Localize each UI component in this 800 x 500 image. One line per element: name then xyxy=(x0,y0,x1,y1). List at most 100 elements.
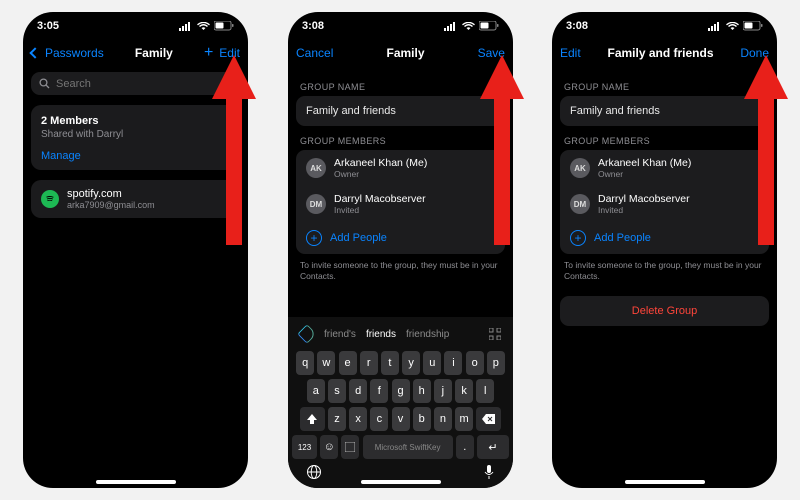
member-role: Owner xyxy=(598,169,691,179)
group-name-field[interactable]: Family and friends xyxy=(296,96,505,126)
status-indicators xyxy=(444,21,499,31)
member-row[interactable]: DM Darryl MacobserverInvited xyxy=(296,186,505,222)
phone-screen-1: 3:05 Passwords Family + Edit xyxy=(23,12,248,488)
period-key[interactable]: . xyxy=(456,435,474,459)
numbers-key[interactable]: 123 xyxy=(292,435,317,459)
key-m[interactable]: m xyxy=(455,407,473,431)
entry-site: spotify.com xyxy=(67,188,155,200)
plus-icon: + xyxy=(570,230,586,246)
add-people-button[interactable]: + Add People xyxy=(560,222,769,254)
key-b[interactable]: b xyxy=(413,407,431,431)
return-key[interactable]: ↵ xyxy=(477,435,509,459)
key-i[interactable]: i xyxy=(444,351,462,375)
key-row: asdfghjkl xyxy=(292,379,509,403)
cellular-icon xyxy=(708,22,722,31)
edit-button[interactable]: Edit xyxy=(219,46,240,60)
key-h[interactable]: h xyxy=(413,379,431,403)
key-j[interactable]: j xyxy=(434,379,452,403)
phone-screen-2: 3:08 Cancel Family Save GROUP NAME Famil… xyxy=(288,12,513,488)
home-indicator[interactable] xyxy=(625,480,705,484)
avatar: DM xyxy=(570,194,590,214)
add-people-label: Add People xyxy=(330,232,387,244)
suggestion[interactable]: friend's xyxy=(324,329,356,340)
key-g[interactable]: g xyxy=(392,379,410,403)
emoji-key[interactable]: ☺ xyxy=(320,435,338,459)
spotify-icon xyxy=(41,190,59,208)
manage-button[interactable]: Manage xyxy=(41,150,230,162)
key-p[interactable]: p xyxy=(487,351,505,375)
key-c[interactable]: c xyxy=(370,407,388,431)
cancel-button[interactable]: Cancel xyxy=(296,46,333,60)
chevron-left-icon xyxy=(29,47,40,58)
key-o[interactable]: o xyxy=(466,351,484,375)
key-z[interactable]: z xyxy=(328,407,346,431)
key-row: qwertyuiop xyxy=(292,351,509,375)
password-entry[interactable]: spotify.com arka7909@gmail.com xyxy=(31,180,240,218)
key-r[interactable]: r xyxy=(360,351,378,375)
add-button[interactable]: + xyxy=(204,45,213,61)
keyboard[interactable]: friend's friends friendship qwertyuiop a… xyxy=(288,317,513,488)
gif-key[interactable] xyxy=(341,435,359,459)
suggestion-bar[interactable]: friend's friends friendship xyxy=(292,321,509,347)
key-n[interactable]: n xyxy=(434,407,452,431)
shift-key[interactable] xyxy=(300,407,325,431)
bing-icon[interactable] xyxy=(297,324,317,344)
member-row[interactable]: DM Darryl MacobserverInvited xyxy=(560,186,769,222)
key-u[interactable]: u xyxy=(423,351,441,375)
key-s[interactable]: s xyxy=(328,379,346,403)
add-people-button[interactable]: + Add People xyxy=(296,222,505,254)
group-name-field[interactable]: Family and friends xyxy=(560,96,769,126)
group-members-header: GROUP MEMBERS xyxy=(300,136,501,146)
wifi-icon xyxy=(197,22,210,31)
wifi-icon xyxy=(462,22,475,31)
home-indicator[interactable] xyxy=(361,480,441,484)
key-row: zxcvbnm xyxy=(292,407,509,431)
key-x[interactable]: x xyxy=(349,407,367,431)
status-indicators xyxy=(708,21,763,31)
battery-icon xyxy=(479,21,499,31)
nav-title: Family and friends xyxy=(607,46,713,60)
key-v[interactable]: v xyxy=(392,407,410,431)
member-row[interactable]: AK Arkaneel Khan (Me)Owner xyxy=(296,150,505,186)
group-name-header: GROUP NAME xyxy=(300,82,501,92)
save-button[interactable]: Save xyxy=(478,46,505,60)
wifi-icon xyxy=(726,22,739,31)
backspace-key[interactable] xyxy=(476,407,501,431)
key-t[interactable]: t xyxy=(381,351,399,375)
key-k[interactable]: k xyxy=(455,379,473,403)
suggestion[interactable]: friendship xyxy=(406,329,449,340)
home-indicator[interactable] xyxy=(96,480,176,484)
key-e[interactable]: e xyxy=(339,351,357,375)
space-key[interactable]: Microsoft SwiftKey xyxy=(363,435,453,459)
phone-screen-3: 3:08 Edit Family and friends Done GROUP … xyxy=(552,12,777,488)
search-field[interactable] xyxy=(31,72,240,95)
nav-title: Family xyxy=(135,46,173,60)
key-a[interactable]: a xyxy=(307,379,325,403)
key-y[interactable]: y xyxy=(402,351,420,375)
qr-icon[interactable] xyxy=(489,328,501,340)
suggestion[interactable]: friends xyxy=(366,329,396,340)
status-indicators xyxy=(179,21,234,31)
key-w[interactable]: w xyxy=(317,351,335,375)
search-input[interactable] xyxy=(56,78,232,90)
mic-key[interactable] xyxy=(483,464,495,480)
key-l[interactable]: l xyxy=(476,379,494,403)
delete-group-button[interactable]: Delete Group xyxy=(560,296,769,326)
member-name: Darryl Macobserver xyxy=(598,193,690,205)
member-name: Darryl Macobserver xyxy=(334,193,426,205)
key-q[interactable]: q xyxy=(296,351,314,375)
member-row[interactable]: AK Arkaneel Khan (Me)Owner xyxy=(560,150,769,186)
invite-hint: To invite someone to the group, they mus… xyxy=(564,260,765,282)
cellular-icon xyxy=(179,22,193,31)
key-f[interactable]: f xyxy=(370,379,388,403)
key-d[interactable]: d xyxy=(349,379,367,403)
search-icon xyxy=(39,78,50,89)
member-role: Invited xyxy=(334,205,426,215)
done-button[interactable]: Done xyxy=(740,46,769,60)
key-row: 123 ☺ Microsoft SwiftKey . ↵ xyxy=(292,435,509,459)
edit-button[interactable]: Edit xyxy=(560,46,581,60)
avatar: AK xyxy=(570,158,590,178)
back-button[interactable]: Passwords xyxy=(31,46,104,60)
globe-key[interactable] xyxy=(306,464,322,480)
cellular-icon xyxy=(444,22,458,31)
